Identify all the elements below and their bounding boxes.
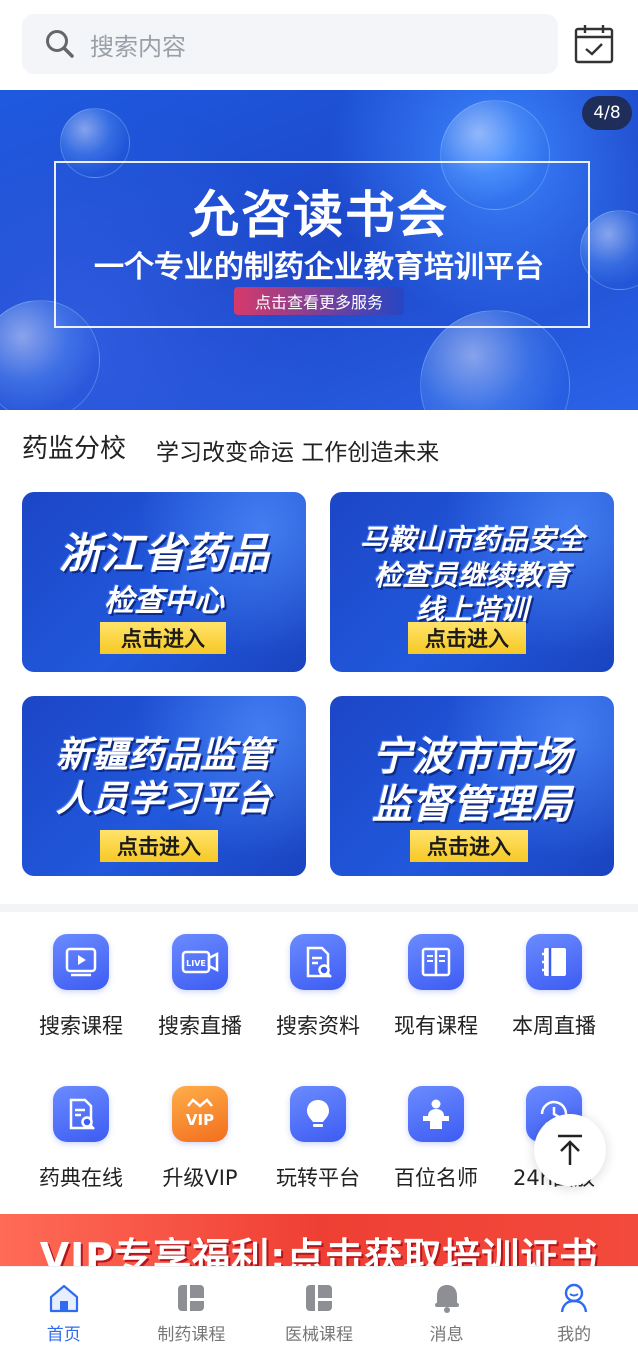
- top-bar: 搜索内容: [0, 0, 638, 90]
- grid-item-label: 本周直播: [512, 1014, 596, 1038]
- grid-item-label: 搜索直播: [158, 1014, 242, 1038]
- profile-icon: [560, 1283, 588, 1313]
- bottom-nav: 首页 制药课程 医械课程 消息 我的: [0, 1266, 638, 1346]
- nav-label: 我的: [557, 1325, 592, 1345]
- search-placeholder: 搜索内容: [90, 32, 186, 61]
- grid-item-pharmacopoeia[interactable]: 药典在线: [22, 1086, 140, 1206]
- nav-label: 消息: [429, 1325, 464, 1345]
- live-badge: LIVE: [186, 959, 206, 968]
- vip-promo-strip[interactable]: VIP专享福利:点击获取培训证书: [0, 1214, 638, 1274]
- grid-item-label: 百位名师: [394, 1166, 478, 1190]
- home-icon: [49, 1284, 78, 1313]
- card-enter-button[interactable]: 点击进入: [100, 830, 218, 862]
- course-icon: [178, 1285, 205, 1311]
- section-divider: [0, 904, 638, 912]
- nav-item-pharma-courses[interactable]: 制药课程: [128, 1267, 256, 1346]
- grid-item-label: 升级VIP: [162, 1166, 238, 1190]
- branch-card-maanshan[interactable]: 马鞍山市药品安全 检查员继续教育 线上培训 点击进入: [330, 492, 614, 672]
- promo-banner[interactable]: 允咨读书会 一个专业的制药企业教育培训平台 点击查看更多服务: [0, 90, 638, 410]
- card-enter-button[interactable]: 点击进入: [410, 830, 528, 862]
- vip-badge: VIP: [186, 1111, 214, 1129]
- search-input[interactable]: 搜索内容: [22, 14, 558, 74]
- document-search-icon: [290, 934, 346, 990]
- banner-title: 允咨读书会: [189, 186, 449, 244]
- notebook-icon: [526, 934, 582, 990]
- nav-item-messages[interactable]: 消息: [383, 1267, 511, 1346]
- live-camera-icon: LIVE: [172, 934, 228, 990]
- grid-item-existing-courses[interactable]: 现有课程: [377, 934, 495, 1054]
- card-line: 马鞍山市药品安全: [359, 523, 584, 556]
- calendar-check-icon[interactable]: [572, 22, 616, 66]
- grid-item-label: 搜索资料: [276, 1014, 360, 1038]
- document-search-icon: [53, 1086, 109, 1142]
- grid-item-platform-guide[interactable]: 玩转平台: [259, 1086, 377, 1206]
- grid-item-search-materials[interactable]: 搜索资料: [259, 934, 377, 1054]
- card-enter-button[interactable]: 点击进入: [408, 622, 526, 654]
- nav-item-device-courses[interactable]: 医械课程: [255, 1267, 383, 1346]
- card-line: 浙江省药品: [58, 529, 269, 578]
- grid-item-label: 现有课程: [394, 1014, 478, 1038]
- course-icon: [305, 1285, 332, 1311]
- nav-label: 医械课程: [284, 1325, 353, 1345]
- grid-item-weekly-live[interactable]: 本周直播: [495, 934, 613, 1054]
- grid-item-search-courses[interactable]: 搜索课程: [22, 934, 140, 1054]
- banner-subtitle: 一个专业的制药企业教育培训平台: [94, 250, 544, 285]
- card-line: 人员学习平台: [55, 779, 272, 820]
- bell-icon: [434, 1285, 459, 1313]
- nav-label: 首页: [46, 1325, 81, 1345]
- grid-item-search-live[interactable]: LIVE 搜索直播: [141, 934, 259, 1054]
- teacher-podium-icon: [408, 1086, 464, 1142]
- vip-crown-icon: VIP: [172, 1086, 228, 1142]
- grid-item-famous-teachers[interactable]: 百位名师: [377, 1086, 495, 1206]
- section-subtitle: 学习改变命运 工作创造未来: [156, 440, 440, 466]
- section-title: 药监分校: [22, 434, 127, 464]
- grid-item-upgrade-vip[interactable]: VIP 升级VIP: [141, 1086, 259, 1206]
- nav-item-home[interactable]: 首页: [0, 1267, 128, 1346]
- arrow-up-icon: [558, 1134, 582, 1165]
- banner-more-button[interactable]: 点击查看更多服务: [234, 287, 404, 315]
- nav-item-profile[interactable]: 我的: [510, 1267, 638, 1346]
- grid-item-label: 搜索课程: [39, 1014, 123, 1038]
- grid-item-label: 玩转平台: [276, 1166, 360, 1190]
- branch-card-xinjiang[interactable]: 新疆药品监管 人员学习平台 点击进入: [22, 696, 306, 876]
- card-enter-button[interactable]: 点击进入: [100, 622, 226, 654]
- open-book-icon: [408, 934, 464, 990]
- nav-label: 制药课程: [157, 1325, 226, 1345]
- card-line: 检查中心: [104, 584, 224, 619]
- card-line: 监督管理局: [372, 782, 572, 828]
- branch-card-zhejiang[interactable]: 浙江省药品 检查中心 点击进入: [22, 492, 306, 672]
- back-to-top-button[interactable]: [534, 1114, 606, 1186]
- lightbulb-icon: [290, 1086, 346, 1142]
- search-icon: [46, 30, 74, 58]
- banner-page-counter: 4/8: [582, 96, 632, 130]
- grid-item-label: 药典在线: [39, 1166, 123, 1190]
- video-play-icon: [53, 934, 109, 990]
- branch-card-ningbo[interactable]: 宁波市市场 监督管理局 点击进入: [330, 696, 614, 876]
